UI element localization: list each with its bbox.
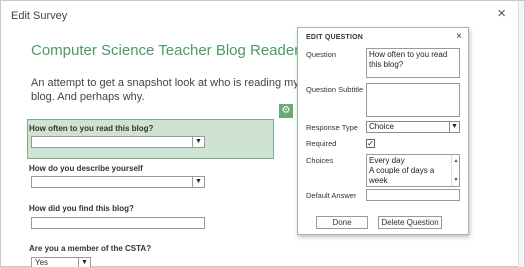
question-label: How did you find this blog? (29, 204, 134, 213)
choice-line: A couple of days a (369, 166, 435, 175)
question-field[interactable]: How often to you read this blog? (366, 48, 460, 78)
close-icon[interactable]: × (497, 6, 506, 21)
chevron-down-icon: ▼ (449, 122, 459, 132)
edit-question-panel: EDIT QUESTION × Question How often to yo… (297, 27, 469, 235)
scroll-down-icon[interactable]: ▼ (452, 175, 460, 185)
dialog-title: Edit Survey (11, 10, 68, 22)
question-1: How often to you read this blog? (29, 124, 269, 133)
question-3: How did you find this blog? (29, 204, 269, 213)
subtitle-field[interactable] (366, 83, 460, 117)
choice-line: week (369, 176, 388, 185)
choices-label: Choices (306, 156, 334, 165)
default-answer-field[interactable] (366, 189, 460, 201)
question-label: Are you a member of the CSTA? (29, 244, 152, 253)
question-2: How do you describe yourself (29, 164, 269, 173)
chevron-down-icon: ▼ (78, 258, 90, 267)
question-1-dropdown[interactable]: ▼ (31, 136, 205, 148)
required-label: Required (306, 139, 337, 148)
scroll-up-icon[interactable]: ▲ (452, 156, 460, 166)
done-button[interactable]: Done (316, 216, 368, 229)
question-label: How do you describe yourself (29, 164, 143, 173)
required-checkbox[interactable]: ✓ (366, 139, 375, 148)
dropdown-value: Yes (35, 258, 49, 267)
close-icon[interactable]: × (456, 31, 462, 42)
default-answer-label: Default Answer (306, 191, 357, 200)
question-2-dropdown[interactable]: ▼ (31, 176, 205, 188)
question-4: Are you a member of the CSTA? (29, 244, 269, 253)
delete-question-button[interactable]: Delete Question (378, 216, 442, 229)
response-type-select[interactable]: Choice ▼ (366, 121, 460, 133)
response-type-label: Response Type (306, 123, 358, 132)
chevron-down-icon: ▼ (192, 137, 204, 147)
question-4-dropdown[interactable]: Yes ▼ (31, 257, 91, 267)
gear-icon[interactable]: ⚙ (279, 104, 293, 118)
survey-description: An attempt to get a snapshot look at who… (31, 77, 299, 103)
scrollbar[interactable] (518, 1, 524, 267)
choices-scrollbar[interactable]: ▲ ▼ (451, 155, 459, 186)
question-label: How often to you read this blog? (29, 124, 154, 133)
choices-field[interactable]: Every day A couple of days a week ▲ ▼ (366, 154, 460, 187)
question-3-text-input[interactable] (31, 217, 205, 229)
subtitle-field-label: Question Subtitle (306, 85, 364, 94)
chevron-down-icon: ▼ (192, 177, 204, 187)
edit-survey-dialog: Edit Survey × Computer Science Teacher B… (0, 0, 525, 267)
choice-line: Every day (369, 156, 405, 165)
response-type-value: Choice (369, 122, 394, 131)
question-field-label: Question (306, 50, 337, 59)
panel-title: EDIT QUESTION (306, 34, 364, 41)
